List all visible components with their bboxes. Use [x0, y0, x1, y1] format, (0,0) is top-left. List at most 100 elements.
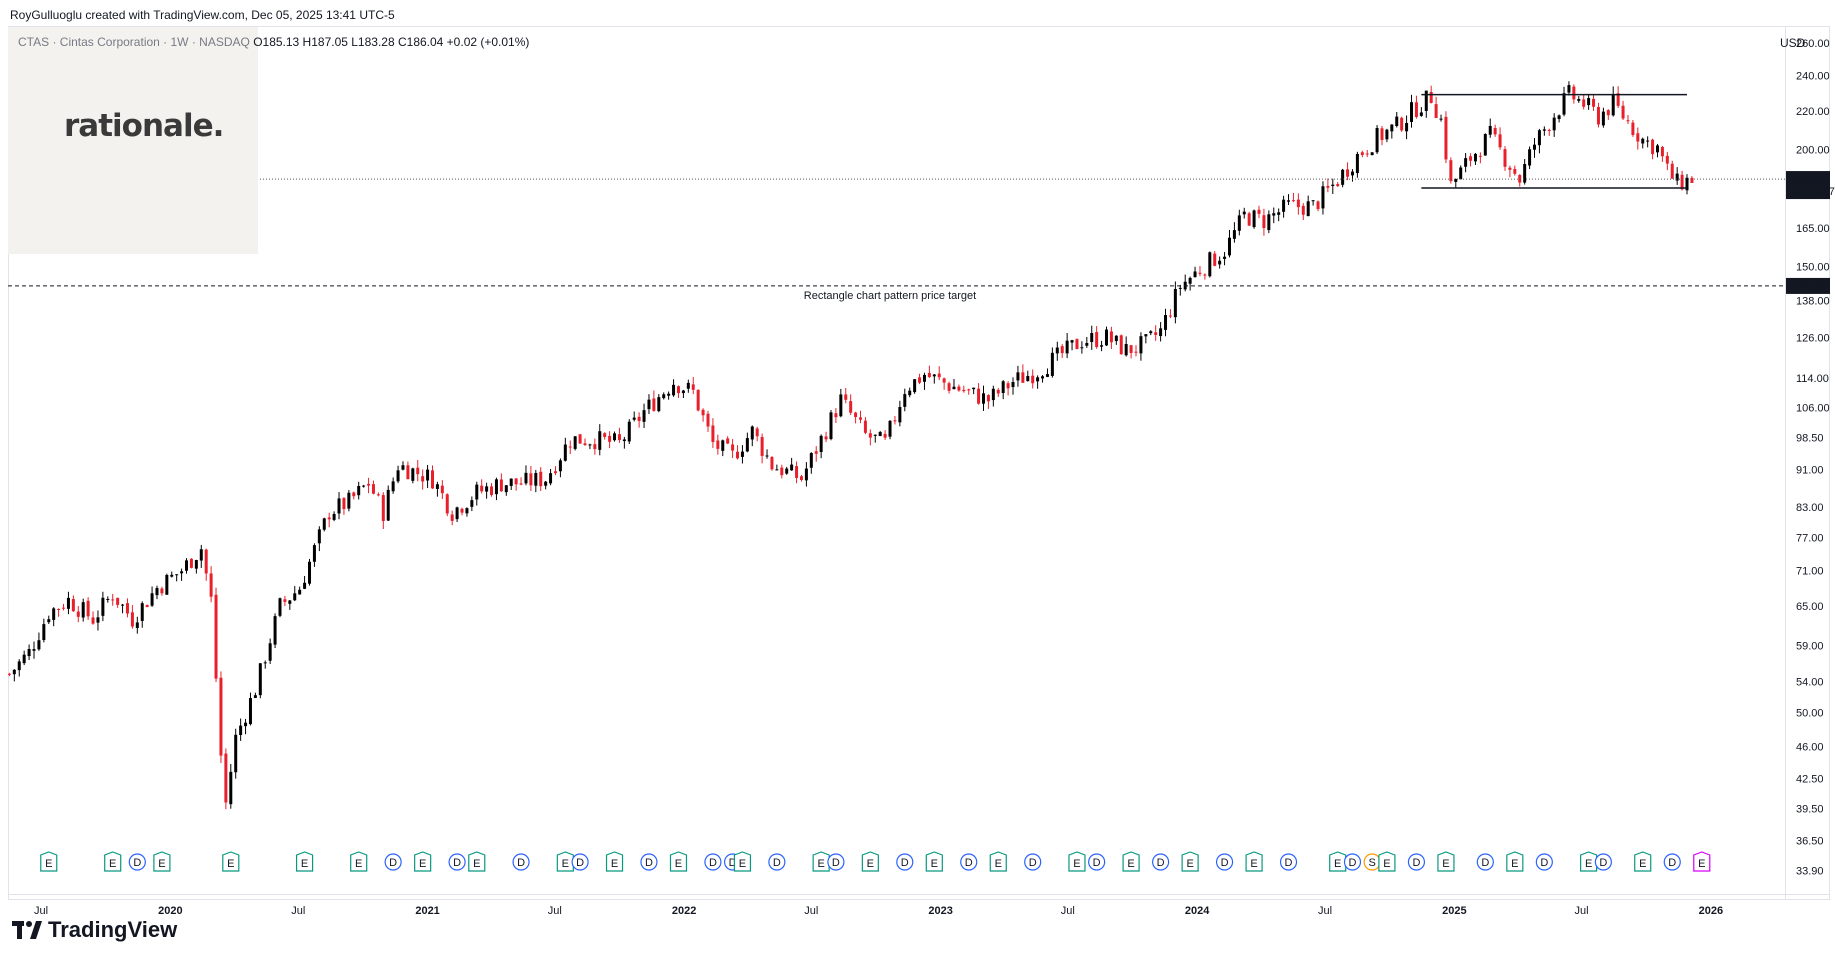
candle-body: [603, 433, 607, 437]
currency-label[interactable]: USD: [1780, 36, 1805, 50]
tradingview-brand[interactable]: TradingView: [12, 917, 177, 943]
candle-body: [1031, 375, 1035, 384]
candle-body: [642, 410, 646, 422]
candle-body: [298, 589, 302, 595]
candle-body: [1380, 128, 1384, 140]
candle-body: [1055, 347, 1059, 354]
earnings-marker-label: E: [158, 858, 165, 870]
candle-body: [239, 725, 243, 736]
candle-body: [140, 603, 144, 621]
x-tick-label: Jul: [291, 905, 305, 917]
candle-body: [1360, 152, 1364, 155]
x-tick-label: 2023: [928, 905, 952, 917]
candle-body: [1065, 340, 1069, 354]
dividend-marker-label: D: [1157, 857, 1165, 869]
ohlc-values: O185.13 H187.05 L183.28 C186.04 +0.02 (+…: [253, 35, 530, 49]
candle-body: [185, 560, 189, 571]
candle-body: [849, 401, 853, 413]
candle-body: [908, 390, 912, 396]
x-tick-label: Jul: [548, 905, 562, 917]
candle-body: [927, 372, 931, 378]
candle-body: [795, 466, 799, 478]
candle-body: [86, 600, 90, 617]
y-tick-label: 150.00: [1796, 262, 1830, 274]
candle-body: [258, 663, 262, 696]
candle-body: [440, 485, 444, 494]
candle-body: [514, 478, 518, 485]
earnings-marker-label: E: [473, 858, 480, 870]
candle-body: [135, 622, 139, 628]
candle-body: [1508, 167, 1512, 170]
candle-body: [745, 438, 749, 452]
last-price-countdown: 02:18:27: [1792, 186, 1835, 198]
candle-body: [1006, 383, 1010, 389]
dividend-marker-label: D: [1481, 857, 1489, 869]
dividend-marker-label: D: [1668, 857, 1676, 869]
candle-body: [37, 640, 41, 650]
y-tick-label: 138.00: [1796, 295, 1830, 307]
candle-body: [1070, 340, 1074, 343]
candle-body: [691, 384, 695, 390]
candle-body: [839, 394, 843, 417]
candle-body: [150, 593, 154, 606]
candle-body: [1429, 91, 1433, 103]
earnings-marker-label: E: [1585, 858, 1592, 870]
candle-body: [568, 446, 572, 448]
candle-body: [1626, 120, 1630, 122]
candle-body: [972, 387, 976, 390]
candle-body: [1346, 169, 1350, 177]
earnings-marker-label: E: [611, 858, 618, 870]
candle-body: [681, 390, 685, 394]
x-tick-label: 2025: [1442, 905, 1466, 917]
candle-body: [854, 412, 858, 418]
candle-body: [981, 393, 985, 404]
earnings-marker-label: E: [1186, 858, 1193, 870]
candle-body: [332, 513, 336, 520]
candle-body: [1513, 168, 1517, 174]
candle-body: [814, 451, 818, 454]
candle-body: [1282, 199, 1286, 212]
candle-body: [465, 508, 469, 514]
candle-body: [539, 471, 543, 487]
price-target-label: Rectangle chart pattern price target: [804, 290, 976, 302]
candle-body: [967, 389, 971, 391]
candle-body: [1660, 147, 1664, 157]
candle-body: [293, 593, 297, 601]
x-tick-label: 2021: [415, 905, 439, 917]
candle-body: [485, 486, 489, 492]
candle-body: [1173, 288, 1177, 318]
y-tick-label: 220.00: [1796, 106, 1830, 118]
candle-body: [1606, 110, 1610, 116]
candle-body: [1547, 129, 1551, 131]
candle-body: [809, 453, 813, 468]
candle-body: [376, 494, 380, 496]
candle-body: [312, 545, 316, 562]
price-chart[interactable]: 260.00240.00220.00200.00165.00150.00138.…: [0, 0, 1835, 958]
candle-body: [1651, 139, 1655, 155]
candle-body: [1611, 94, 1615, 116]
candle-body: [445, 494, 449, 514]
dividend-marker-label: D: [1221, 857, 1229, 869]
candle-body: [583, 443, 587, 445]
candle-body: [1291, 200, 1295, 202]
candle-body: [1370, 152, 1374, 156]
candle-body: [145, 605, 149, 608]
candle-body: [416, 467, 420, 475]
candle-body: [1592, 98, 1596, 107]
y-tick-label: 71.00: [1796, 565, 1824, 577]
y-tick-label: 59.00: [1796, 641, 1824, 653]
candle-body: [1287, 200, 1291, 202]
candle-body: [834, 413, 838, 418]
candle-body: [411, 468, 415, 481]
candle-body: [942, 378, 946, 383]
x-tick-label: Jul: [34, 905, 48, 917]
candle-body: [426, 469, 430, 481]
candle-body: [32, 649, 36, 651]
candle-body: [391, 481, 395, 492]
candle-body: [76, 611, 80, 617]
candle-body: [652, 398, 656, 411]
candle-body: [1331, 184, 1335, 186]
candle-body: [62, 607, 66, 609]
candle-body: [1129, 345, 1133, 353]
candle-body: [657, 397, 661, 412]
